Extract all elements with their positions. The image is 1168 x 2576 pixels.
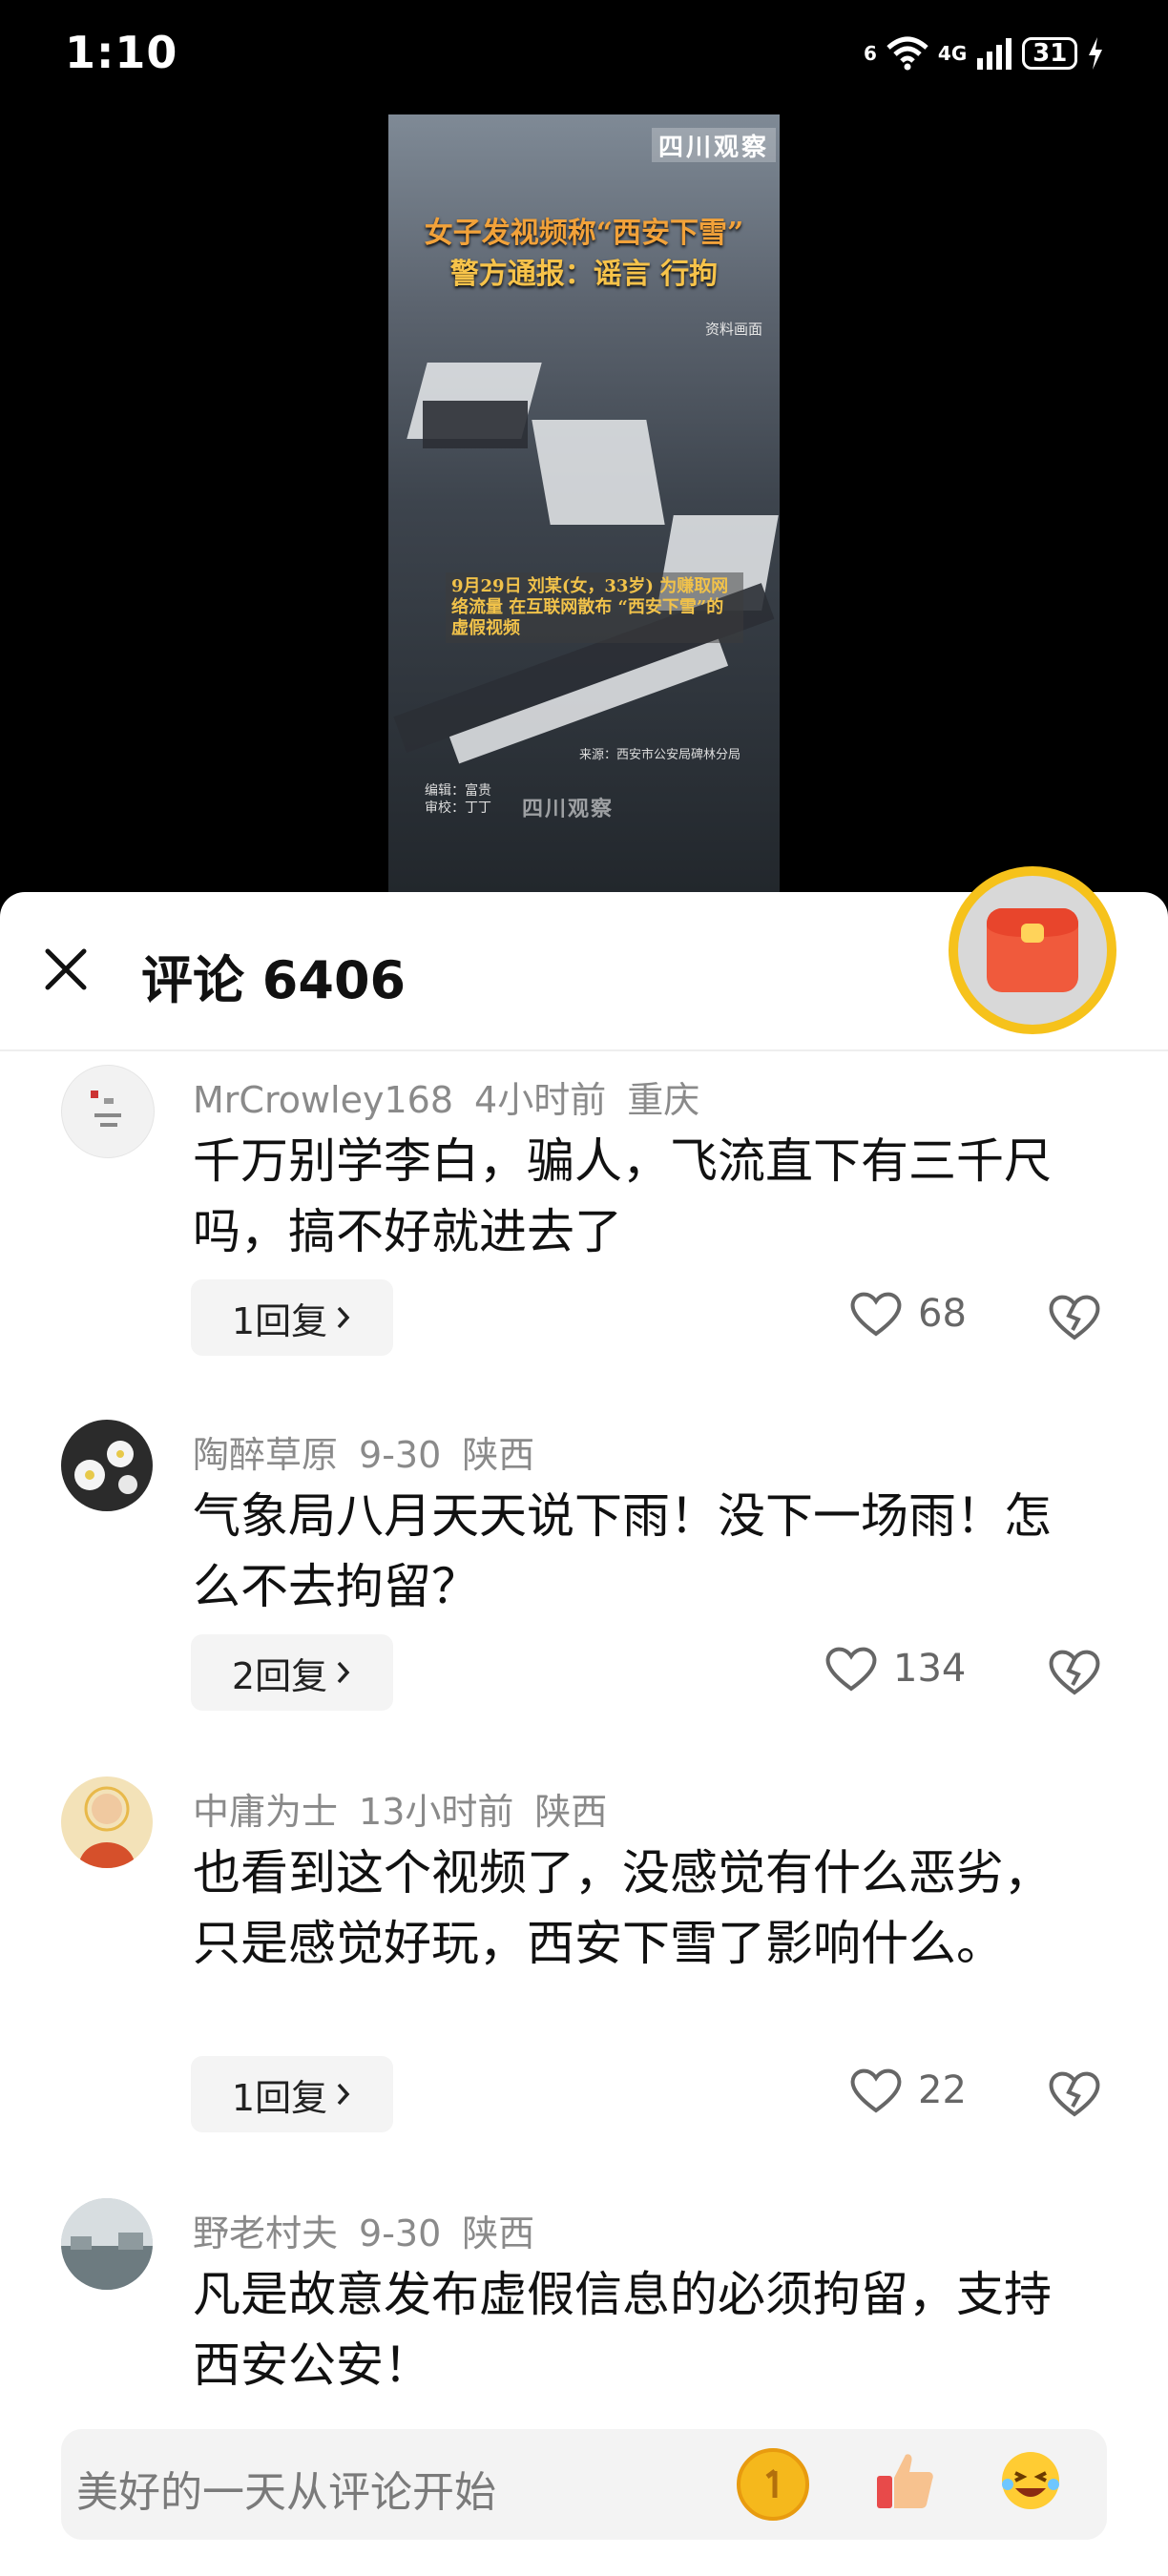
like-count: 22 <box>918 2068 967 2112</box>
avatar[interactable] <box>61 1065 155 1158</box>
video-source: 来源：西安市公安局碑林分局 <box>579 748 741 762</box>
view-replies-button[interactable]: 1回复 <box>191 1279 393 1356</box>
comment-username[interactable]: 陶醉草原 <box>193 1434 338 1476</box>
heart-icon <box>825 1647 877 1692</box>
header-divider <box>0 1049 1168 1051</box>
comment-text: 气象局八月天天说下雨！没下一场雨！怎么不去拘留？ <box>193 1488 1052 1614</box>
network-label: 4G <box>937 42 968 65</box>
dislike-icon <box>1049 1650 1100 1695</box>
comment-text: 也看到这个视频了，没感觉有什么恶劣，只是感觉好玩，西安下雪了影响什么。 <box>193 1845 1052 1971</box>
comment-time: 9-30 <box>359 2212 442 2254</box>
video-watermark: 四川观察 <box>522 798 615 821</box>
like-count: 68 <box>918 1292 967 1336</box>
comment-location: 陕西 <box>534 1791 608 1833</box>
video-headline: 女子发视频称“西安下雪” <box>424 217 744 250</box>
avatar-image <box>91 1091 121 1127</box>
red-packet-icon <box>987 908 1078 992</box>
chevron-right-icon <box>337 2083 350 2106</box>
comment-username[interactable]: 中庸为士 <box>193 1791 338 1833</box>
comment-location: 陕西 <box>462 1434 535 1476</box>
like-button[interactable]: 134 <box>824 1645 966 1693</box>
avatar[interactable] <box>61 1776 153 1868</box>
comment-meta: 野老村夫 9-30 陕西 <box>193 2204 555 2256</box>
view-replies-button[interactable]: 2回复 <box>191 1634 393 1711</box>
dislike-button[interactable] <box>1048 1290 1101 1343</box>
comment-meta: MrCrowley168 4小时前 重庆 <box>193 1070 720 1123</box>
comment-meta: 中庸为士 13小时前 陕西 <box>193 1782 628 1835</box>
status-time: 1:10 <box>65 27 178 78</box>
like-button[interactable]: 68 <box>849 1290 967 1338</box>
thumbs-up-graphic <box>877 2454 933 2508</box>
like-count: 134 <box>893 1647 967 1691</box>
comment-time: 9-30 <box>359 1434 442 1476</box>
avatar-image <box>61 2198 153 2290</box>
video-player[interactable]: 四川观察 女子发视频称“西安下雪” 警方通报：谣言 行拘 资料画面 9月29日 … <box>388 114 780 892</box>
comment-count-title: 评论 6406 <box>141 950 407 1010</box>
sim-label: 6 <box>864 42 877 65</box>
status-icons: 6 4G 31 <box>864 31 1104 76</box>
dislike-icon <box>1049 1295 1100 1340</box>
wifi-icon <box>886 36 928 71</box>
reply-count: 2回复 <box>231 1654 328 1697</box>
like-button[interactable]: 22 <box>849 2067 967 2114</box>
laughing-graphic <box>1002 2452 1059 2509</box>
video-caption: 9月29日 刘某(女，33岁) 为赚取网络流量 在互联网散布 “西安下雪”的虚假… <box>446 572 743 643</box>
comment-location: 重庆 <box>627 1079 700 1121</box>
comment-input-placeholder[interactable]: 美好的一天从评论开始 <box>76 2458 496 2519</box>
chevron-right-icon <box>337 1661 350 1684</box>
avatar-image <box>78 1786 136 1868</box>
dislike-button[interactable] <box>1048 2067 1101 2120</box>
comment-meta: 陶醉草原 9-30 陕西 <box>193 1425 555 1478</box>
reply-count: 1回复 <box>231 1299 328 1342</box>
red-packet-button[interactable] <box>949 866 1116 1034</box>
medal-emoji-icon[interactable] <box>737 2448 809 2521</box>
battery-indicator: 31 <box>1022 37 1078 70</box>
comment-username[interactable]: MrCrowley168 <box>193 1079 453 1121</box>
thumbs-up-emoji-icon[interactable] <box>868 2444 941 2517</box>
video-building <box>532 420 665 525</box>
medal-digit <box>765 2469 778 2498</box>
comment-time: 13小时前 <box>359 1791 514 1833</box>
avatar[interactable] <box>61 2198 153 2290</box>
close-button[interactable] <box>36 940 95 999</box>
close-icon <box>45 948 87 990</box>
avatar-image <box>74 1441 137 1494</box>
heart-icon <box>850 1292 902 1337</box>
avatar[interactable] <box>61 1420 153 1511</box>
video-credit-reviewer: 审校：丁丁 <box>425 800 491 816</box>
view-replies-button[interactable]: 1回复 <box>191 2056 393 2132</box>
video-building <box>423 401 528 448</box>
comment-text: 千万别学李白，骗人，飞流直下有三千尺吗，搞不好就进去了 <box>193 1133 1052 1259</box>
signal-icon <box>977 38 1012 70</box>
comment-username[interactable]: 野老村夫 <box>193 2212 338 2254</box>
charging-icon <box>1089 37 1103 70</box>
reply-count: 1回复 <box>231 2076 328 2119</box>
video-footnote: 资料画面 <box>704 321 762 338</box>
dislike-button[interactable] <box>1048 1645 1101 1698</box>
video-credit-editor: 编辑：富贵 <box>425 783 491 799</box>
comment-text: 凡是故意发布虚假信息的必须拘留，支持西安公安！ <box>193 2267 1052 2393</box>
chevron-right-icon <box>337 1306 350 1329</box>
video-logo: 四川观察 <box>652 128 776 162</box>
dislike-icon <box>1049 2071 1100 2117</box>
video-subheadline: 警方通报：谣言 行拘 <box>449 258 719 291</box>
comment-location: 陕西 <box>462 2212 535 2254</box>
laughing-emoji-icon[interactable] <box>994 2444 1067 2517</box>
comment-time: 4小时前 <box>474 1079 607 1121</box>
video-credits: 编辑：富贵 审校：丁丁 <box>425 782 491 817</box>
heart-icon <box>850 2068 902 2113</box>
